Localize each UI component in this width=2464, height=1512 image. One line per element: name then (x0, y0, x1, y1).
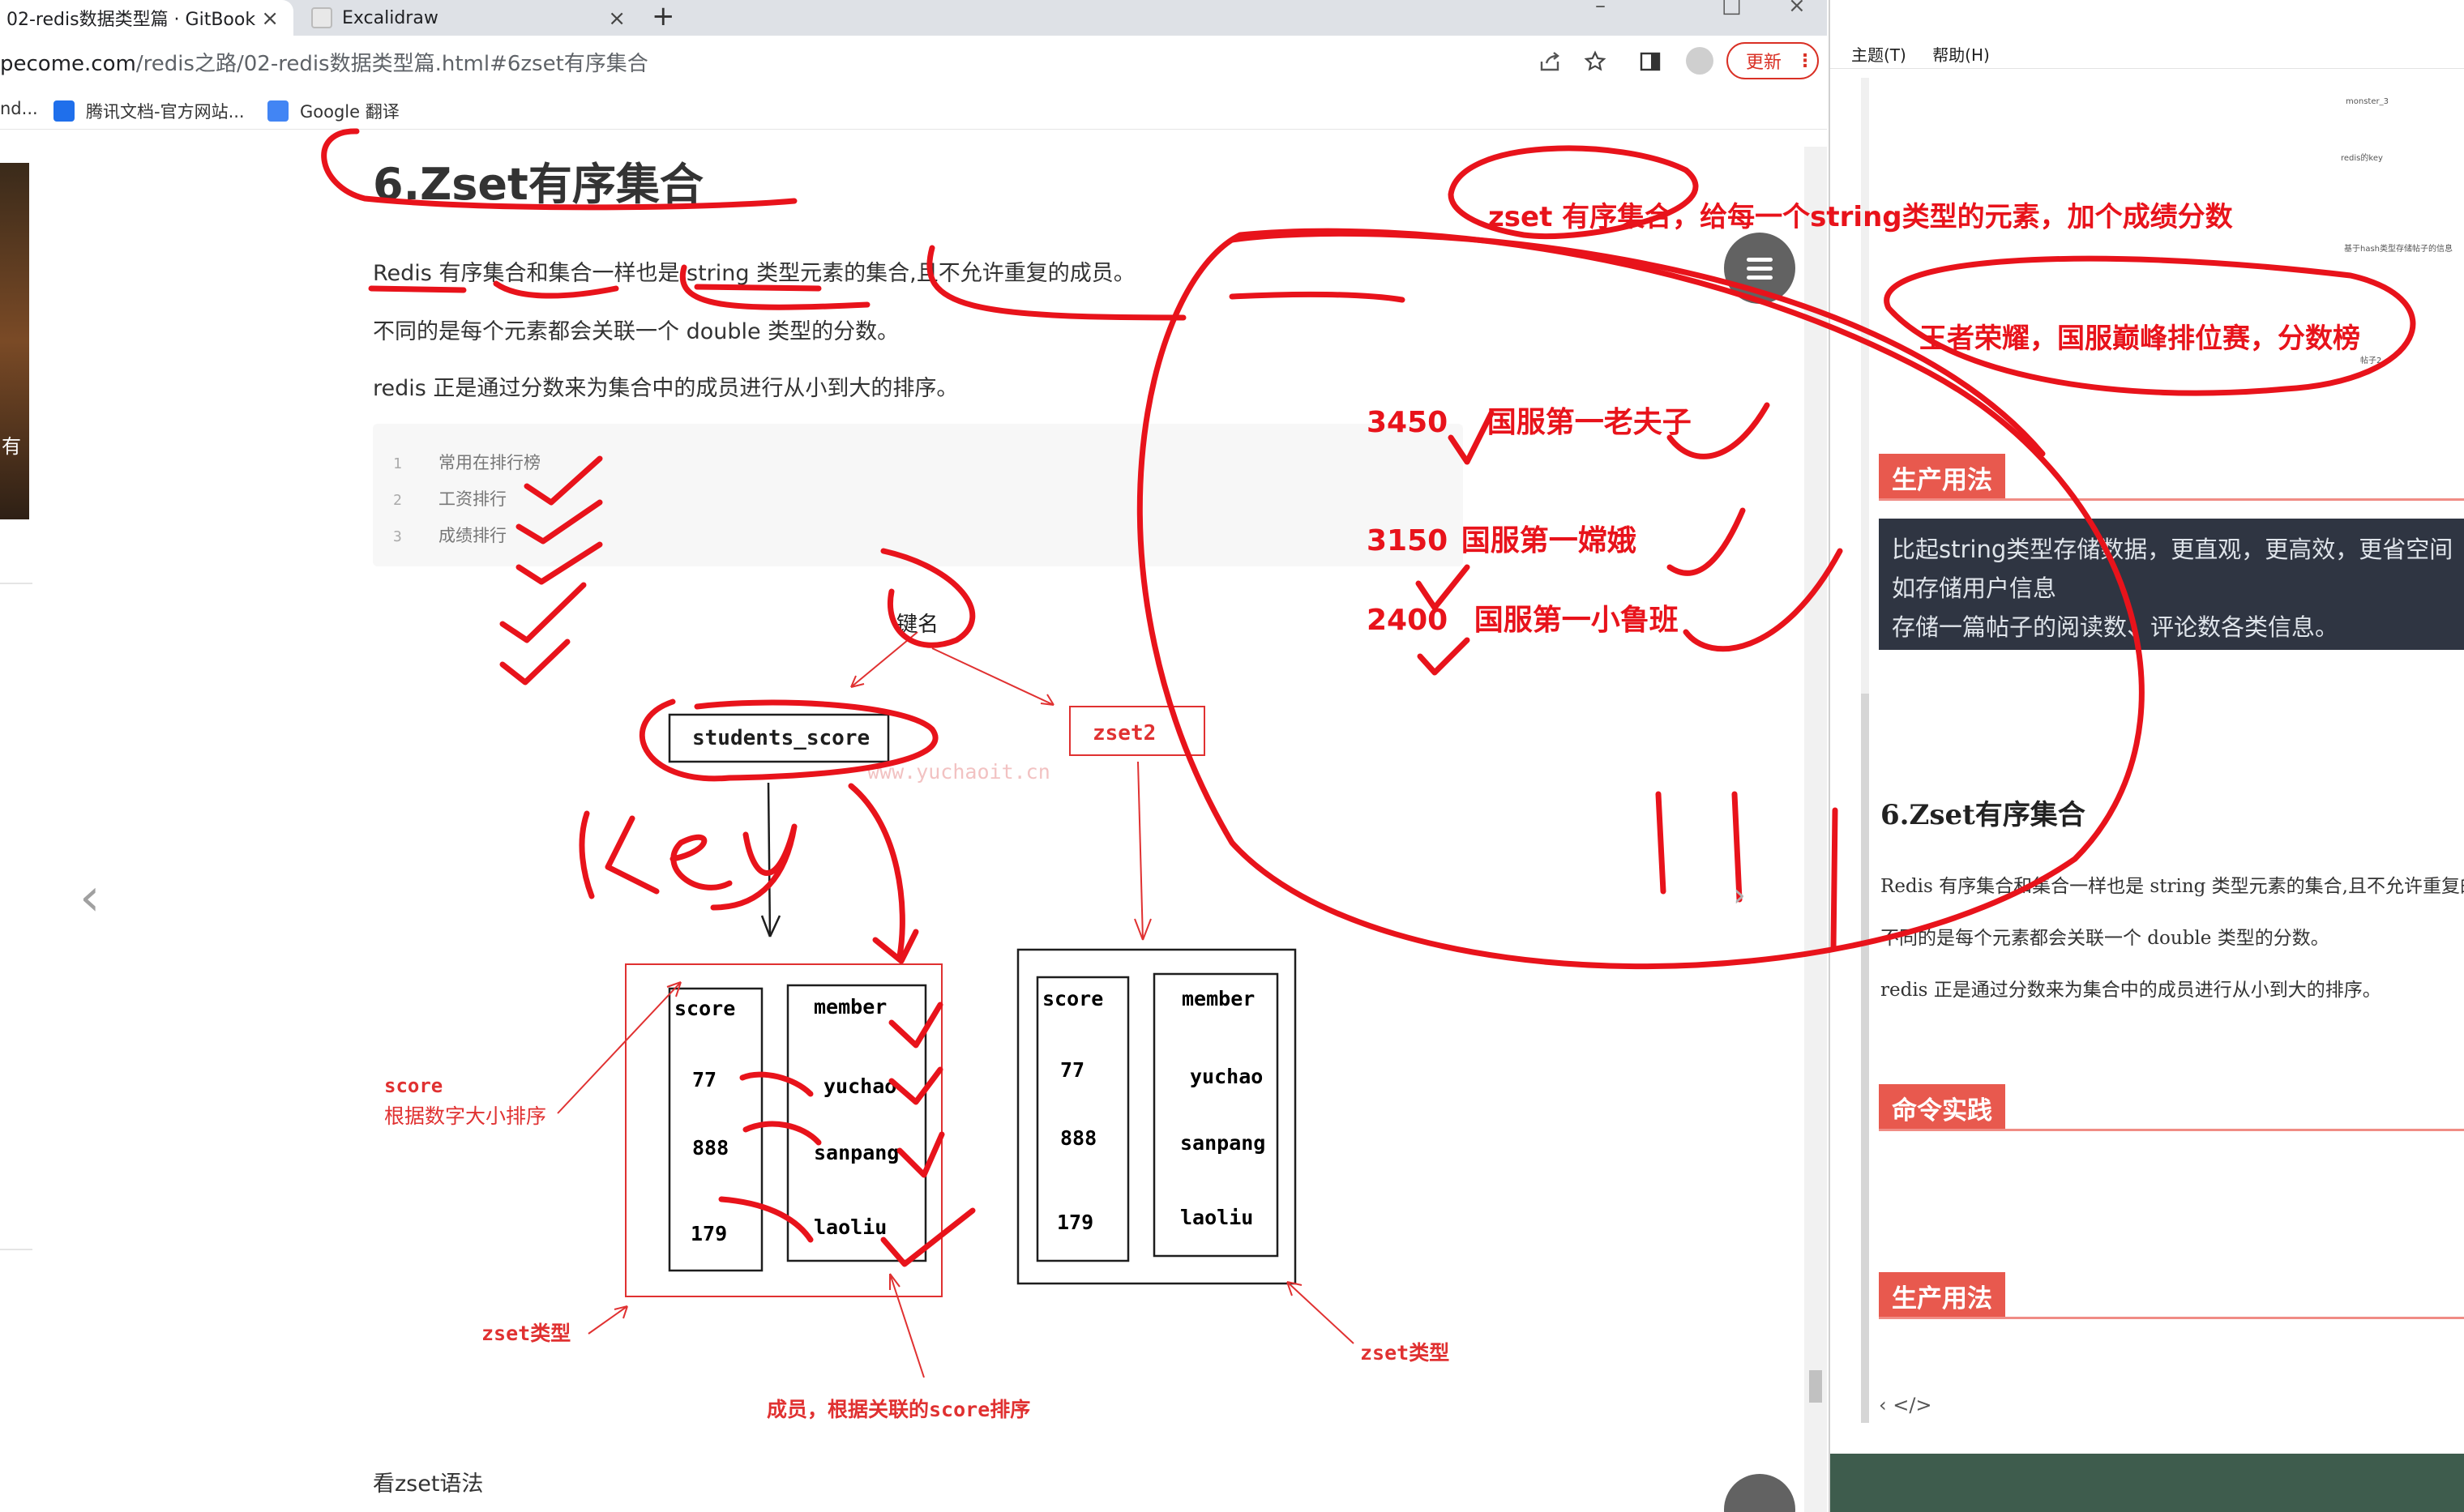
ranking-name: 国服第一老夫子 (1487, 406, 1692, 439)
ranking-row: 3450 国服第一老夫子 (1367, 399, 1692, 441)
annotation-headline: zset 有序集合，给每一个string类型的元素，加个成绩分数 (1488, 201, 2233, 233)
next-page-arrow[interactable]: › (1733, 877, 1746, 914)
ranking-score: 3450 (1367, 406, 1448, 439)
ranking-row: 2400 国服第一小鲁班 (1367, 596, 1679, 639)
ranking-name: 国服第一小鲁班 (1474, 604, 1679, 637)
ranking-score: 2400 (1367, 604, 1448, 637)
ranking-score: 3150 (1367, 524, 1448, 557)
ranking-row: 3150 国服第一嫦娥 (1367, 517, 1636, 559)
screenshot-root: 02-redis数据类型篇 · GitBook × Excalidraw × +… (0, 0, 2464, 1512)
ranking-name: 国服第一嫦娥 (1461, 524, 1636, 557)
annotation-example: 王者荣耀，国服巅峰排位赛，分数榜 (1919, 322, 2360, 355)
